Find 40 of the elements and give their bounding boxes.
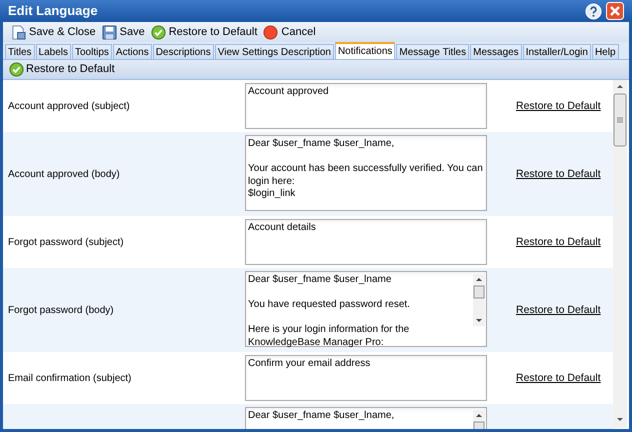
check-icon (9, 62, 24, 77)
scrollbar-drawing[interactable] (473, 274, 485, 326)
tab[interactable]: Titles (5, 44, 35, 59)
tab[interactable]: Labels (36, 44, 71, 59)
scrollbar-drawing[interactable] (613, 80, 627, 428)
toolbar-button[interactable]: Restore to Default (150, 24, 258, 40)
field-label: Account approved (subject) (8, 100, 130, 112)
tab[interactable]: View Settings Description (214, 44, 334, 59)
field-label: Account approved (body) (8, 168, 120, 180)
text-area[interactable]: Dear $user_fname $user_lname You have requested password reset. Here is your login information for the KnowledgeBase Manager Pro: (245, 271, 487, 347)
toolbar-button[interactable]: Cancel (263, 24, 316, 40)
tab[interactable]: Message Titles (396, 44, 470, 59)
stop-icon (263, 24, 278, 40)
restore-default-button[interactable]: Restore to Default (9, 61, 115, 78)
restore-default-link[interactable]: Restore to Default (516, 304, 601, 316)
help-icon[interactable] (585, 2, 602, 20)
text-area[interactable]: Dear $user_fname $user_lname, Your account has been successfully verified. You can login here: $login_link (245, 135, 487, 211)
tab[interactable]: Notifications (334, 42, 396, 59)
restore-default-link[interactable]: Restore to Default (516, 372, 601, 384)
check-icon (150, 24, 166, 40)
field-label: Email confirmation (subject) (8, 372, 132, 384)
text-area[interactable]: Account approved (245, 83, 487, 129)
tab[interactable]: Actions (112, 44, 152, 59)
restore-default-link[interactable]: Restore to Default (516, 168, 601, 180)
text-area[interactable]: Confirm your email address (245, 355, 487, 401)
text-area[interactable]: Account details (245, 219, 487, 265)
toolbar-button[interactable]: Save & Close (11, 24, 96, 40)
tab[interactable]: Tooltips (72, 44, 112, 59)
restore-default-link[interactable]: Restore to Default (516, 100, 601, 112)
text-area[interactable]: Dear $user_fname $user_lname, (245, 407, 487, 429)
tab[interactable]: Descriptions (152, 44, 214, 59)
restore-default-link[interactable]: Restore to Default (516, 236, 601, 248)
field-label: Forgot password (body) (8, 304, 114, 316)
tab[interactable]: Help (592, 44, 619, 59)
field-label: Forgot password (subject) (8, 236, 124, 248)
window-title: Edit Language (8, 2, 99, 20)
tab[interactable]: Installer/Login (522, 44, 591, 59)
close-icon[interactable] (606, 2, 624, 20)
tab[interactable]: Messages (470, 44, 522, 59)
toolbar-button[interactable]: Save (102, 24, 145, 40)
